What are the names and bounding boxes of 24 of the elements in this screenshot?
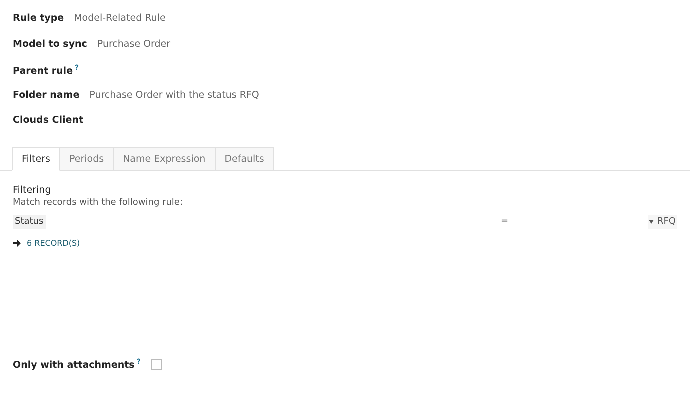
arrow-right-icon xyxy=(13,240,21,246)
field-label: Rule type xyxy=(13,13,64,24)
section-description: Match records with the following rule: xyxy=(13,198,184,208)
tab[interactable]: Periods xyxy=(60,146,114,170)
rule-operator[interactable]: = xyxy=(500,216,508,226)
tab[interactable]: Name Expression xyxy=(114,146,216,170)
field-label: Clouds Client xyxy=(13,115,84,126)
field-label: Parent rule $^{?}$ xyxy=(13,64,80,78)
help-mark[interactable]: ? xyxy=(75,64,80,72)
checkbox-label: Only with attachments $^{?}$ xyxy=(13,358,141,371)
rule-value-select[interactable]: RFQ xyxy=(648,214,677,228)
caret-icon xyxy=(649,220,654,224)
tab[interactable]: Filters xyxy=(12,146,60,170)
field-value: Purchase Order xyxy=(97,38,171,50)
help-mark[interactable]: ? xyxy=(136,358,141,366)
field-value: Purchase Order with the status RFQ xyxy=(90,90,260,100)
field-label: Folder name xyxy=(13,90,80,100)
checkbox[interactable] xyxy=(150,358,162,370)
field-value: Model-Related Rule xyxy=(74,13,166,24)
rule-field[interactable]: Status xyxy=(13,214,46,228)
records-link[interactable]: 6 RECORD(S) xyxy=(13,238,677,248)
tab[interactable]: Defaults xyxy=(216,146,274,170)
field-label: Model to sync xyxy=(13,38,88,50)
section-title: Filtering xyxy=(13,184,52,196)
